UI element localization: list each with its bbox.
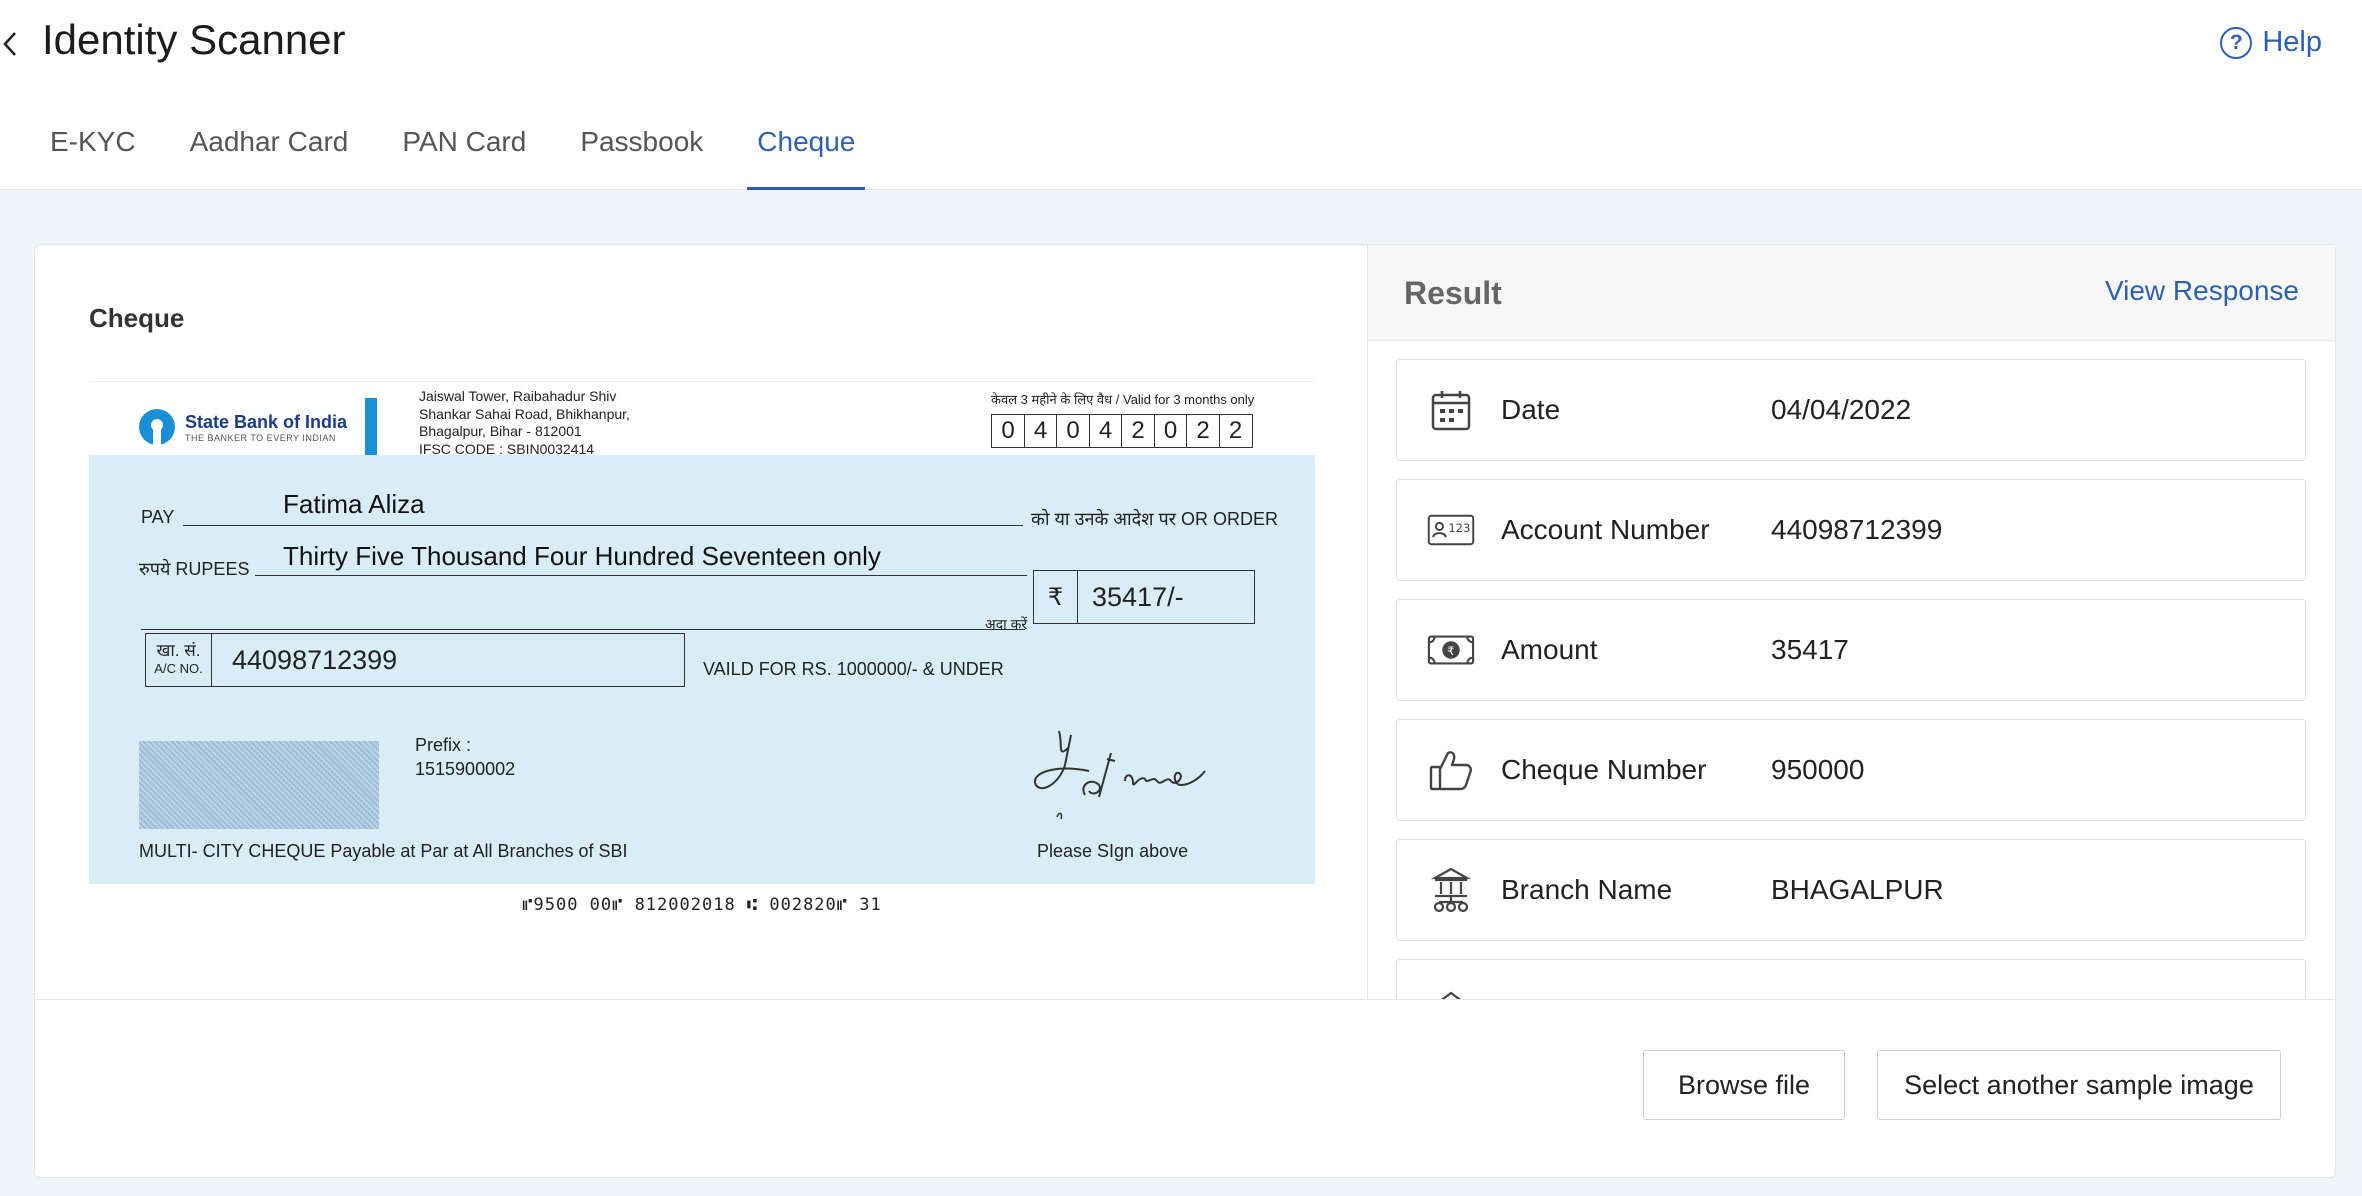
cheque-image: State Bank of India THE BANKER TO EVERY … bbox=[89, 381, 1315, 915]
address-line: Jaiswal Tower, Raibahadur Shiv bbox=[419, 388, 617, 404]
browse-file-button[interactable]: Browse file bbox=[1643, 1050, 1845, 1120]
date-digit: 0 bbox=[1153, 414, 1188, 448]
ac-label-english: A/C NO. bbox=[154, 661, 203, 676]
row-value: BHAGALPUR bbox=[1771, 874, 1944, 905]
bank-logo: State Bank of India THE BANKER TO EVERY … bbox=[139, 398, 378, 456]
bank-address: Jaiswal Tower, Raibahadur Shiv Shankar S… bbox=[419, 388, 630, 458]
validity-text: केवल 3 महीने के लिए वैध / Valid for 3 mo… bbox=[991, 392, 1255, 407]
card-footer: Browse file Select another sample image bbox=[35, 999, 2335, 1177]
help-label: Help bbox=[2262, 26, 2322, 58]
cheque-body: PAY Fatima Aliza को या उनके आदेश पर OR O… bbox=[89, 455, 1315, 884]
result-list: Date 04/04/2022 123 Account Number 44098… bbox=[1396, 359, 2306, 999]
date-digit: 4 bbox=[1023, 414, 1058, 448]
tab-aadhar-card[interactable]: Aadhar Card bbox=[190, 126, 349, 190]
ac-label: खा. सं. A/C NO. bbox=[146, 634, 212, 686]
row-label: Cheque Number bbox=[1501, 754, 1707, 785]
prefix-label: Prefix : bbox=[415, 735, 472, 755]
row-value: 44098712399 bbox=[1771, 514, 1943, 545]
home-icon bbox=[1427, 986, 1475, 999]
result-row-partial bbox=[1396, 959, 2306, 999]
page-title: Identity Scanner bbox=[42, 16, 346, 63]
bank-tagline: THE BANKER TO EVERY INDIAN bbox=[185, 432, 336, 443]
rupees-label: रुपये RUPEES bbox=[139, 559, 250, 579]
account-card-icon: 123 bbox=[1427, 506, 1475, 554]
amount-in-words: Thirty Five Thousand Four Hundred Sevent… bbox=[283, 541, 881, 571]
result-row-account-number: 123 Account Number 44098712399 bbox=[1396, 479, 2306, 581]
micr-code: ⑈9500 00⑈ 812002018 ⑆ 002820⑈ 31 bbox=[522, 895, 882, 915]
preview-pane: Cheque State Bank of India THE BANKER TO… bbox=[35, 245, 1367, 999]
document-tabs: E-KYC Aadhar Card PAN Card Passbook Cheq… bbox=[50, 126, 909, 190]
second-rupees-line bbox=[141, 629, 1025, 630]
bank-name: State Bank of India bbox=[185, 411, 348, 432]
sign-above-text: Please SIgn above bbox=[1037, 841, 1189, 861]
date-digit: 0 bbox=[991, 414, 1025, 448]
address-line: Bhagalpur, Bihar - 812001 bbox=[419, 423, 582, 439]
row-label: Account Number bbox=[1501, 514, 1710, 545]
account-number-box: खा. सं. A/C NO. 44098712399 bbox=[145, 633, 685, 687]
logo-bar bbox=[365, 398, 378, 456]
date-digit: 2 bbox=[1121, 414, 1155, 448]
address-line: Shankar Sahai Road, Bhikhanpur, bbox=[419, 405, 630, 422]
top-bar: Identity Scanner ? Help E-KYC Aadhar Car… bbox=[0, 0, 2362, 190]
result-row-branch-name: Branch Name BHAGALPUR bbox=[1396, 839, 2306, 941]
cheque-header: State Bank of India THE BANKER TO EVERY … bbox=[89, 381, 1315, 458]
help-circle-icon: ? bbox=[2220, 26, 2253, 59]
cheque-date: 0 4 0 4 2 0 2 2 bbox=[991, 414, 1253, 448]
result-row-amount: ₹ Amount 35417 bbox=[1396, 599, 2306, 701]
scanner-card: Cheque State Bank of India THE BANKER TO… bbox=[34, 244, 2336, 1178]
bank-branch-icon bbox=[1427, 866, 1475, 914]
row-value: 04/04/2022 bbox=[1771, 394, 1912, 425]
svg-text:123: 123 bbox=[1448, 521, 1470, 535]
date-digit: 0 bbox=[1056, 414, 1090, 448]
rupee-icon: ₹ bbox=[1034, 571, 1078, 623]
pay-label: PAY bbox=[141, 507, 175, 527]
result-row-cheque-number: Cheque Number 950000 bbox=[1396, 719, 2306, 821]
back-chevron-icon[interactable] bbox=[0, 24, 20, 64]
valid-limit-text: VAILD FOR RS. 1000000/- & UNDER bbox=[703, 659, 1004, 679]
multicity-text: MULTI- CITY CHEQUE Payable at Par at All… bbox=[139, 841, 628, 861]
tab-pan-card[interactable]: PAN Card bbox=[402, 126, 526, 190]
amount-figure: 35417/- bbox=[1092, 581, 1184, 612]
tab-passbook[interactable]: Passbook bbox=[580, 126, 703, 190]
signature-image bbox=[1029, 725, 1219, 830]
sbi-logo-icon bbox=[139, 409, 175, 445]
prefix-value: 1515900002 bbox=[415, 759, 516, 779]
help-link[interactable]: ? Help bbox=[2220, 26, 2322, 59]
view-response-link[interactable]: View Response bbox=[2105, 275, 2299, 307]
result-title: Result bbox=[1404, 275, 1502, 311]
row-label: Amount bbox=[1501, 634, 1598, 665]
date-digit: 4 bbox=[1088, 414, 1123, 448]
thumbs-up-icon bbox=[1427, 746, 1475, 794]
banknote-icon: ₹ bbox=[1427, 626, 1475, 674]
row-value: 950000 bbox=[1771, 754, 1865, 785]
tab-ekyc[interactable]: E-KYC bbox=[50, 126, 136, 190]
pay-line bbox=[183, 525, 1023, 526]
cheque-account-number: 44098712399 bbox=[232, 644, 398, 675]
tab-cheque[interactable]: Cheque bbox=[747, 126, 866, 190]
row-value: 35417 bbox=[1771, 634, 1849, 665]
result-pane: Result View Response Date 04/04/2022 123… bbox=[1367, 245, 2335, 999]
result-row-date: Date 04/04/2022 bbox=[1396, 359, 2306, 461]
row-label: Branch Name bbox=[1501, 874, 1673, 905]
hologram-pattern bbox=[139, 741, 379, 829]
svg-text:₹: ₹ bbox=[1447, 644, 1454, 658]
result-header: Result View Response bbox=[1368, 245, 2335, 341]
ac-label-hindi: खा. सं. bbox=[156, 641, 201, 660]
rupees-line bbox=[255, 575, 1027, 576]
or-order-label: को या उनके आदेश पर OR ORDER bbox=[1031, 509, 1279, 529]
date-digit: 2 bbox=[1186, 414, 1220, 448]
ada-karen-label: अदा करें bbox=[985, 616, 1028, 632]
calendar-icon bbox=[1427, 386, 1475, 434]
date-digit: 2 bbox=[1218, 414, 1253, 448]
payee-name: Fatima Aliza bbox=[283, 489, 425, 519]
amount-box: ₹ 35417/- bbox=[1033, 570, 1255, 624]
preview-label: Cheque bbox=[89, 303, 185, 333]
select-sample-image-button[interactable]: Select another sample image bbox=[1877, 1050, 2281, 1120]
row-label: Date bbox=[1501, 394, 1561, 425]
